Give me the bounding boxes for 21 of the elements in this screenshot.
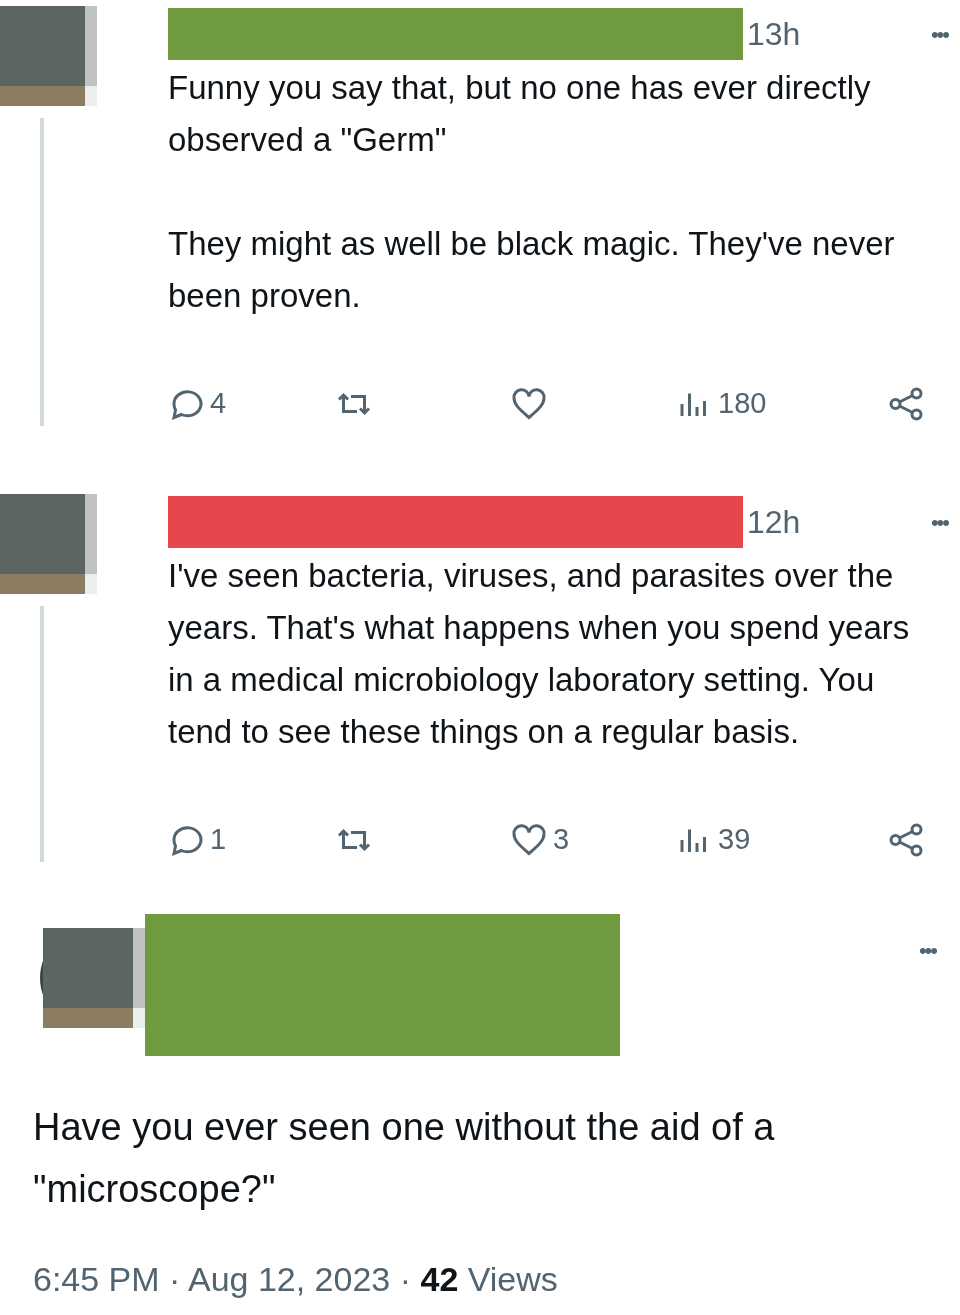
more-button[interactable]: •••: [930, 505, 948, 539]
timestamp: 12h: [747, 503, 801, 542]
share-icon: [888, 822, 924, 858]
like-button[interactable]: 3: [511, 818, 676, 862]
heart-icon: [511, 386, 547, 422]
share-button[interactable]: [888, 386, 924, 422]
heart-icon: [511, 822, 547, 858]
tweet-text: Have you ever seen one without the aid of a "microscope?": [32, 1105, 776, 1212]
tweet-text: I've seen bacteria, viruses, and parasites over the years. That's what happens when you spend years in a medical microbiology laboratory setting. You tend to see these things on a regular basis.: [168, 556, 911, 752]
tweet-text: They might as well be black magic. They've never been proven.: [168, 224, 896, 316]
reply-button[interactable]: 4: [168, 382, 336, 426]
share-button[interactable]: [888, 822, 924, 858]
views-button[interactable]: 180: [676, 382, 888, 426]
reply-button[interactable]: 1: [168, 818, 336, 862]
views-button[interactable]: 39: [676, 818, 888, 862]
more-button[interactable]: •••: [930, 17, 948, 51]
more-button[interactable]: •••: [918, 934, 936, 967]
share-icon: [888, 386, 924, 422]
tweet-metadata: 6:45 PM · Aug 12, 2023 · 42 Views: [32, 1259, 559, 1300]
timestamp: 13h: [747, 15, 801, 54]
tweet-text: Funny you say that, but no one has ever directly observed a "Germ": [168, 68, 872, 160]
